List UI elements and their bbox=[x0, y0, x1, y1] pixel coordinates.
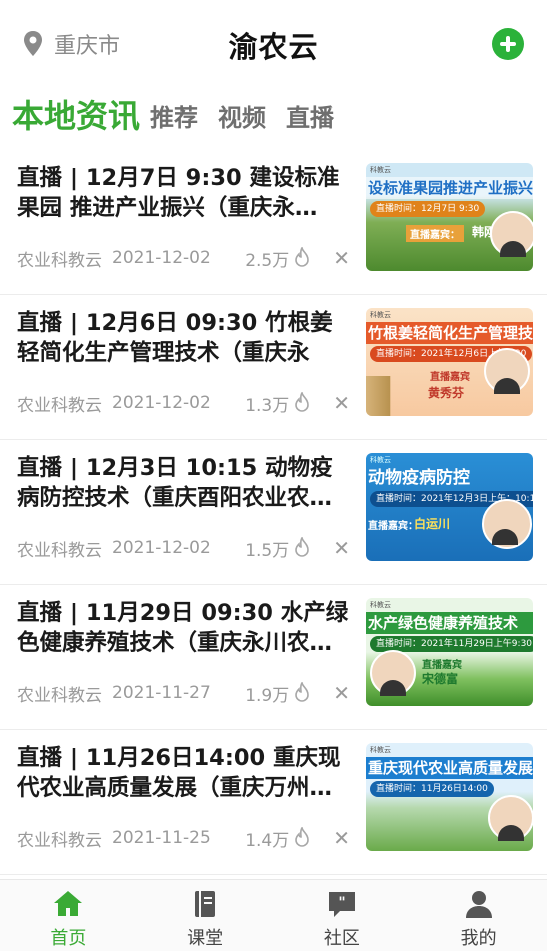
item-title[interactable]: 直播 | 12月7日 9:30 建设标准果园 推进产业振兴（重庆永… bbox=[17, 163, 352, 223]
person-icon bbox=[465, 891, 492, 918]
news-feed: 直播 | 12月7日 9:30 建设标准果园 推进产业振兴（重庆永… 农业科教云… bbox=[0, 150, 547, 875]
tab-video[interactable]: 视频 bbox=[218, 100, 266, 136]
close-icon[interactable]: ✕ bbox=[333, 391, 350, 415]
chat-bubble-icon: " bbox=[328, 892, 355, 917]
category-tabs: 本地资讯 推荐 视频 直播 bbox=[12, 92, 354, 136]
item-views: 1.9万 bbox=[245, 685, 290, 706]
thumb-time: 直播时间：12月7日 9:30 bbox=[370, 201, 486, 217]
list-item[interactable]: 直播 | 11月29日 09:30 水产绿色健康养殖技术（重庆永川农… 农业科教… bbox=[0, 585, 547, 730]
thumb-guest-name: 黄秀芬 bbox=[428, 386, 465, 400]
thumb-banner: 动物疫病防控 bbox=[368, 468, 470, 488]
app-title: 渝农云 bbox=[228, 30, 319, 64]
nav-profile-label: 我的 bbox=[460, 928, 497, 949]
list-item[interactable]: 直播 | 11月26日14:00 重庆现代农业高质量发展（重庆万州… 农业科教云… bbox=[0, 730, 547, 875]
item-source: 农业科教云 bbox=[17, 395, 102, 416]
thumb-banner: 水产绿色健康养殖技术 bbox=[366, 612, 533, 634]
bottom-nav: 首页 课堂 " 社区 我的 bbox=[0, 879, 547, 951]
thumb-banner: 竹根姜轻简化生产管理技术 bbox=[366, 322, 533, 344]
item-views: 1.5万 bbox=[245, 540, 290, 561]
item-thumbnail[interactable]: 科教云 水产绿色健康养殖技术 直播时间：2021年11月29日上午9:30 直播… bbox=[366, 598, 533, 706]
thumb-guest-label: 直播嘉宾： bbox=[406, 225, 464, 242]
nav-home-label: 首页 bbox=[50, 928, 87, 949]
item-meta: 农业科教云 2021-11-27 1.9万 ✕ bbox=[17, 680, 352, 706]
top-bar: 重庆市 渝农云 bbox=[0, 0, 547, 88]
list-item[interactable]: 直播 | 12月6日 09:30 竹根姜轻简化生产管理技术（重庆永川… 农业科教… bbox=[0, 295, 547, 440]
item-meta: 农业科教云 2021-12-02 2.5万 ✕ bbox=[17, 245, 352, 271]
item-date: 2021-11-25 bbox=[112, 828, 211, 848]
item-source: 农业科教云 bbox=[17, 250, 102, 271]
item-source: 农业科教云 bbox=[17, 685, 102, 706]
item-thumbnail[interactable]: 科教云 设标准果园推进产业振兴 直播时间：12月7日 9:30 直播嘉宾： 韩刚 bbox=[366, 163, 533, 271]
plus-circle-icon[interactable] bbox=[492, 28, 524, 60]
tab-local-news[interactable]: 本地资讯 bbox=[12, 96, 140, 136]
thumb-portrait bbox=[482, 499, 532, 549]
item-title[interactable]: 直播 | 11月29日 09:30 水产绿色健康养殖技术（重庆永川农… bbox=[17, 598, 352, 658]
close-icon[interactable]: ✕ bbox=[333, 826, 350, 850]
nav-profile[interactable]: 我的 bbox=[410, 880, 547, 951]
close-icon[interactable]: ✕ bbox=[333, 246, 350, 270]
close-icon[interactable]: ✕ bbox=[333, 536, 350, 560]
nav-community-label: 社区 bbox=[323, 928, 360, 949]
thumb-ginger-image bbox=[366, 376, 426, 416]
item-title[interactable]: 直播 | 11月26日14:00 重庆现代农业高质量发展（重庆万州… bbox=[17, 743, 352, 803]
list-item[interactable]: 直播 | 12月7日 9:30 建设标准果园 推进产业振兴（重庆永… 农业科教云… bbox=[0, 150, 547, 295]
item-date: 2021-11-27 bbox=[112, 683, 211, 703]
item-title[interactable]: 直播 | 12月6日 09:30 竹根姜轻简化生产管理技术（重庆永川… bbox=[17, 308, 352, 368]
item-thumbnail[interactable]: 科教云 动物疫病防控 直播时间：2021年12月3日上午：10:15 直播嘉宾：… bbox=[366, 453, 533, 561]
thumb-portrait bbox=[484, 348, 530, 394]
item-date: 2021-12-02 bbox=[112, 538, 211, 558]
thumb-guest-label: 直播嘉宾 bbox=[422, 660, 462, 671]
thumb-guest-label: 直播嘉宾： bbox=[368, 521, 418, 532]
item-thumbnail[interactable]: 科教云 竹根姜轻简化生产管理技术 直播时间：2021年12月6日上午9:30 直… bbox=[366, 308, 533, 416]
item-views: 1.4万 bbox=[245, 830, 290, 851]
fire-icon bbox=[295, 537, 310, 557]
item-source: 农业科教云 bbox=[17, 540, 102, 561]
item-date: 2021-12-02 bbox=[112, 248, 211, 268]
thumb-logo: 科教云 bbox=[370, 601, 391, 609]
fire-icon bbox=[295, 827, 310, 847]
close-icon[interactable]: ✕ bbox=[333, 681, 350, 705]
thumb-portrait bbox=[488, 795, 533, 841]
thumb-time: 直播时间：11月26日14:00 bbox=[370, 781, 494, 797]
tab-recommend[interactable]: 推荐 bbox=[150, 100, 198, 136]
thumb-logo: 科教云 bbox=[370, 746, 391, 754]
item-date: 2021-12-02 bbox=[112, 393, 211, 413]
thumb-portrait bbox=[490, 211, 533, 257]
item-views: 1.3万 bbox=[245, 395, 290, 416]
nav-classroom-label: 课堂 bbox=[187, 928, 224, 949]
item-meta: 农业科教云 2021-12-02 1.3万 ✕ bbox=[17, 390, 352, 416]
book-icon bbox=[195, 891, 216, 917]
fire-icon bbox=[295, 682, 310, 702]
thumb-guest-name: 宋德富 bbox=[422, 672, 459, 686]
item-meta: 农业科教云 2021-12-02 1.5万 ✕ bbox=[17, 535, 352, 561]
thumb-banner: 重庆现代农业高质量发展 bbox=[366, 757, 533, 779]
item-thumbnail[interactable]: 科教云 重庆现代农业高质量发展 直播时间：11月26日14:00 bbox=[366, 743, 533, 851]
thumb-guest-label: 直播嘉宾 bbox=[430, 372, 470, 383]
nav-community[interactable]: " 社区 bbox=[274, 880, 411, 951]
item-meta: 农业科教云 2021-11-25 1.4万 ✕ bbox=[17, 825, 352, 851]
item-source: 农业科教云 bbox=[17, 830, 102, 851]
svg-text:": " bbox=[338, 895, 345, 911]
item-title[interactable]: 直播 | 12月3日 10:15 动物疫病防控技术（重庆酉阳农业农… bbox=[17, 453, 352, 513]
thumb-logo: 科教云 bbox=[370, 311, 391, 319]
thumb-portrait bbox=[370, 650, 416, 696]
thumb-guest-name: 白运川 bbox=[414, 517, 451, 531]
home-icon bbox=[54, 891, 83, 916]
nav-classroom[interactable]: 课堂 bbox=[137, 880, 274, 951]
thumb-logo: 科教云 bbox=[370, 456, 391, 464]
fire-icon bbox=[295, 247, 310, 267]
list-item[interactable]: 直播 | 12月3日 10:15 动物疫病防控技术（重庆酉阳农业农… 农业科教云… bbox=[0, 440, 547, 585]
thumb-banner: 设标准果园推进产业振兴 bbox=[366, 177, 533, 199]
nav-home[interactable]: 首页 bbox=[0, 880, 137, 951]
tab-live[interactable]: 直播 bbox=[286, 100, 334, 136]
item-views: 2.5万 bbox=[245, 250, 290, 271]
thumb-logo: 科教云 bbox=[370, 166, 391, 174]
fire-icon bbox=[295, 392, 310, 412]
